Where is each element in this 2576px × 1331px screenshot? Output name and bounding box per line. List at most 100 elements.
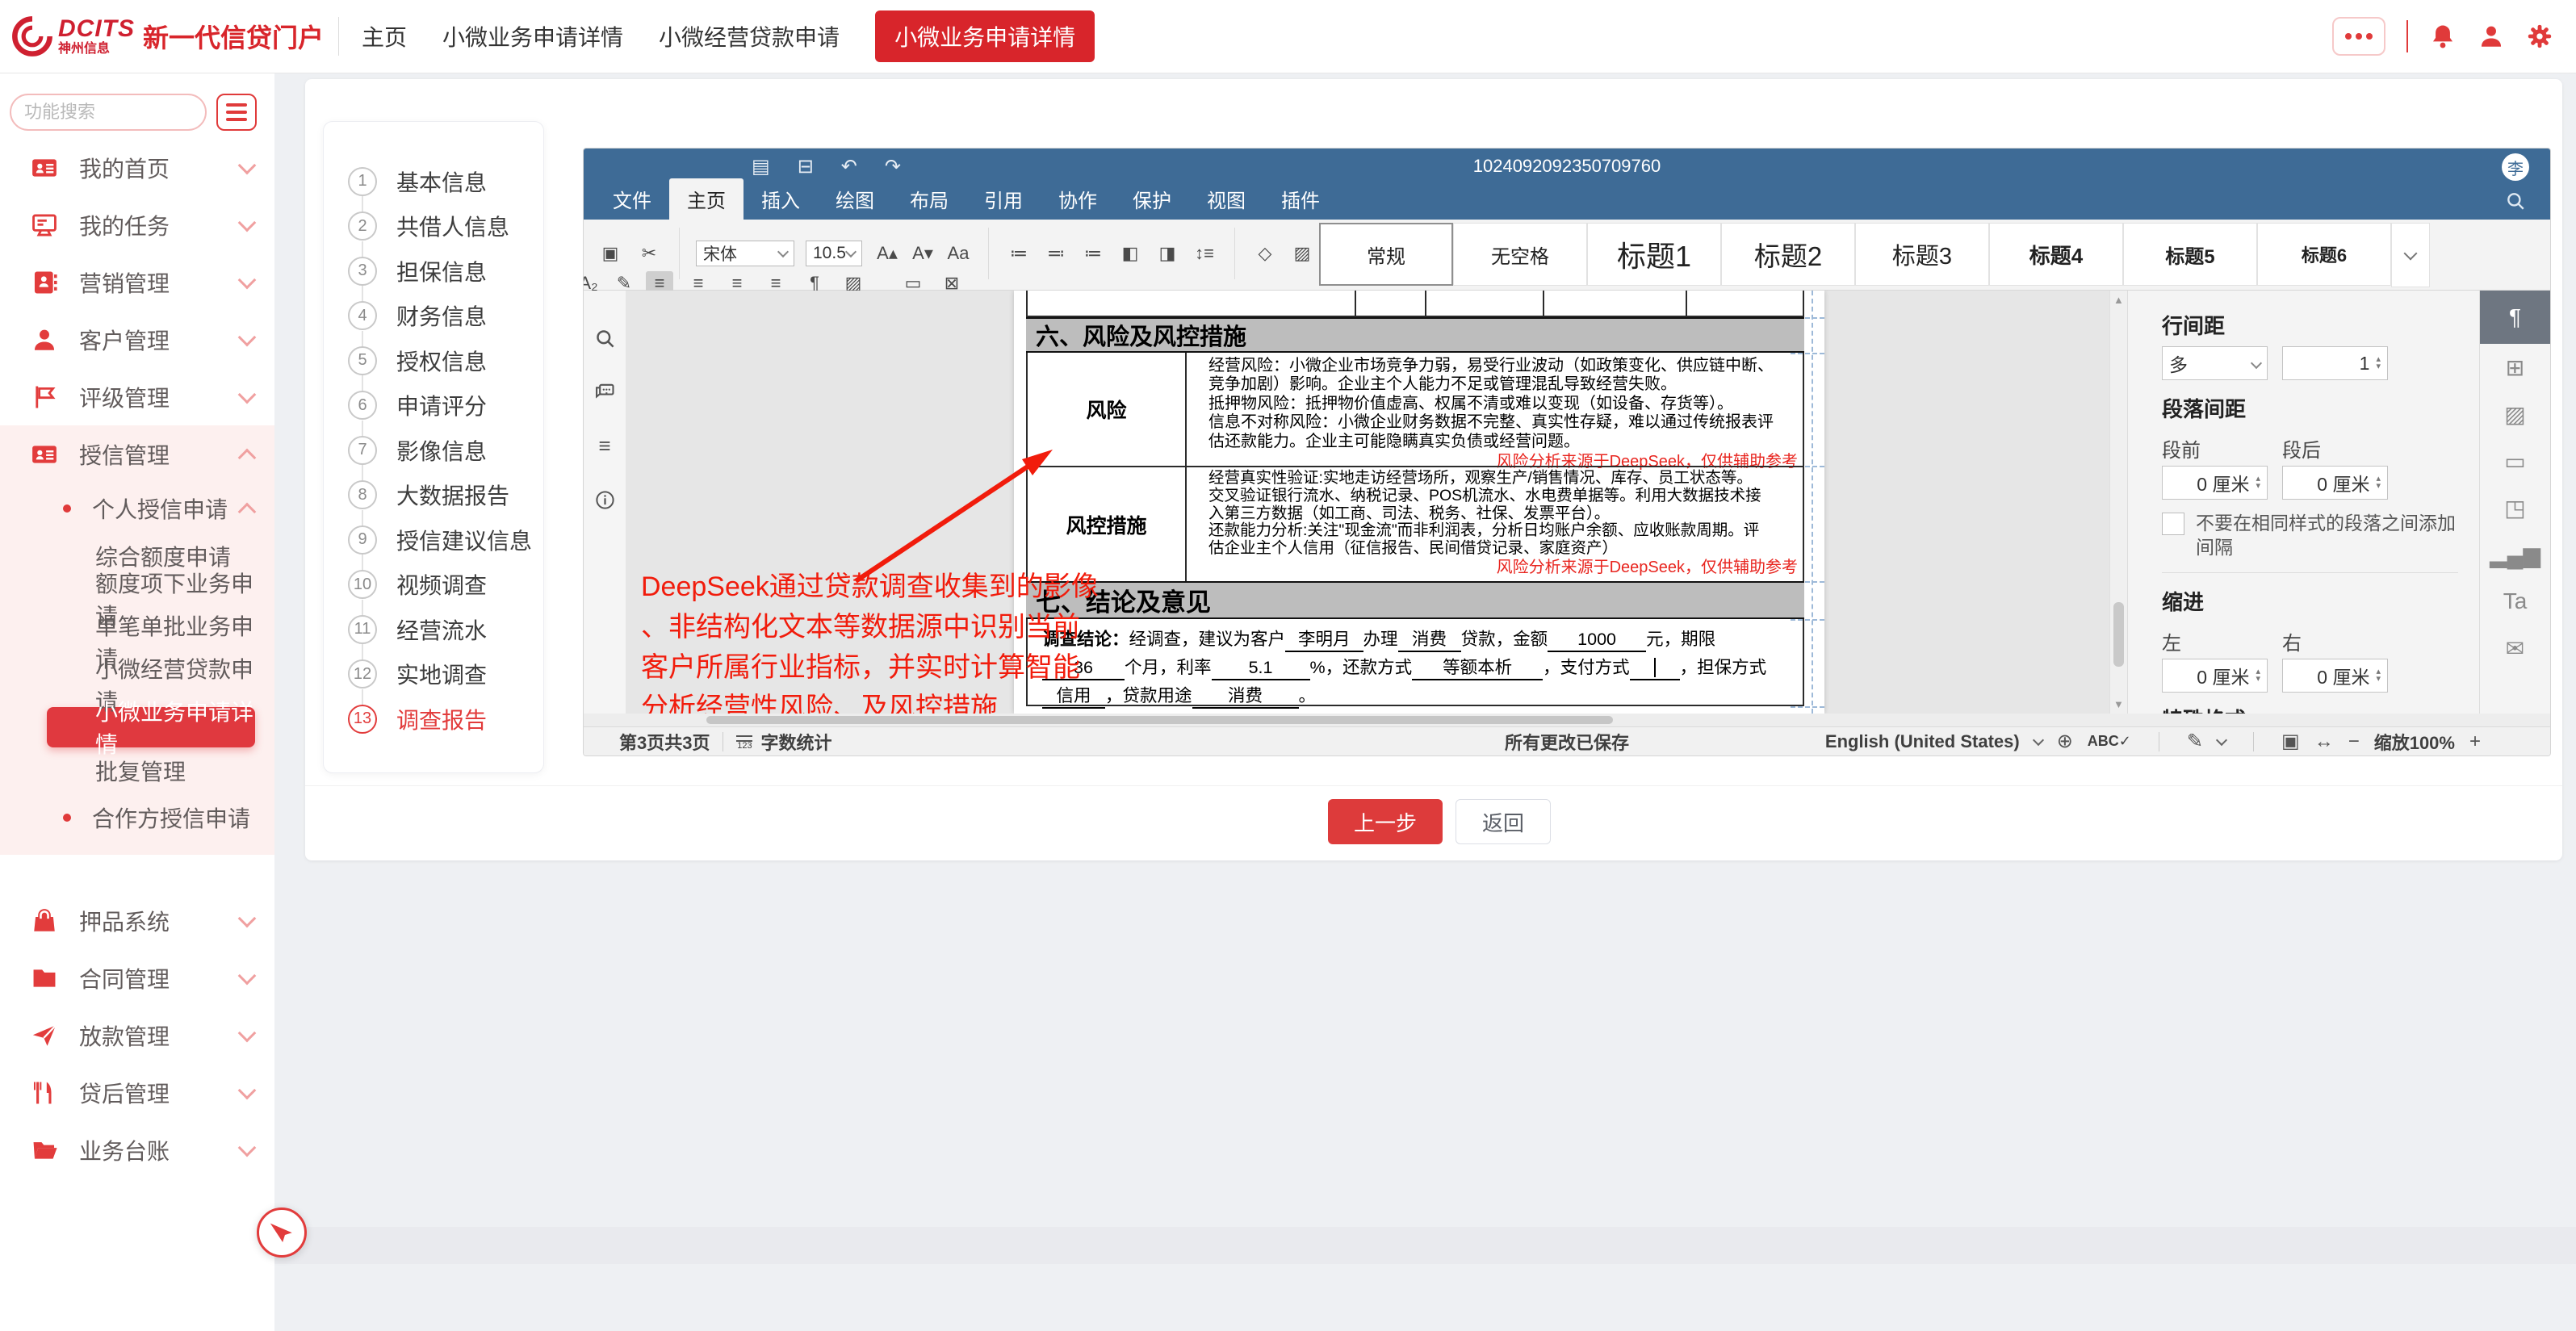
style-preset[interactable]: 标题6 [2257, 223, 2391, 286]
font-size-select[interactable]: 10.5 [806, 241, 862, 266]
editor-menu-tab[interactable]: 绘图 [818, 178, 892, 220]
step-item[interactable]: 8 大数据报告 [324, 473, 543, 518]
step-item[interactable]: 2 共借人信息 [324, 204, 543, 249]
previous-step-button[interactable]: 上一步 [1328, 799, 1443, 844]
nav-tab[interactable]: 小微业务申请详情 [875, 10, 1095, 62]
line-spacing-value-input[interactable]: 1▴▾ [2282, 346, 2388, 380]
bullet-list-icon[interactable]: ≔ [1005, 241, 1032, 266]
info-icon[interactable] [594, 489, 616, 511]
globe-icon[interactable]: ⊕ [2057, 730, 2073, 753]
sidebar-item[interactable]: 我的任务 [0, 196, 274, 253]
outdent-icon[interactable]: ◧ [1116, 241, 1144, 266]
nav-tab[interactable]: 主页 [362, 20, 407, 52]
sidebar-item[interactable]: 放款管理 [0, 1007, 274, 1064]
chart-panel-icon[interactable]: ▂▄▆ [2480, 531, 2551, 578]
editor-menu-tab[interactable]: 保护 [1115, 178, 1189, 220]
indent-right-input[interactable]: 0 厘米▴▾ [2282, 659, 2388, 693]
nav-tab[interactable]: 小微经营贷款申请 [659, 20, 840, 52]
editor-menu-tab[interactable]: 视图 [1189, 178, 1263, 220]
step-item[interactable]: 4 财务信息 [324, 294, 543, 339]
sidebar-leaf-item[interactable]: 小微业务申请详情 [47, 707, 255, 747]
same-style-checkbox[interactable] [2162, 513, 2184, 535]
sidebar-item-credit-mgmt[interactable]: 授信管理 [0, 425, 274, 483]
more-menu-button[interactable] [2332, 17, 2385, 56]
space-after-input[interactable]: 0 厘米▴▾ [2282, 466, 2388, 500]
step-item[interactable]: 9 授信建议信息 [324, 517, 543, 563]
sidebar-item[interactable]: 我的首页 [0, 139, 274, 196]
step-item[interactable]: 10 视频调查 [324, 563, 543, 608]
editor-search-icon[interactable] [2505, 190, 2526, 211]
horizontal-scrollbar[interactable] [584, 714, 2550, 726]
style-preset[interactable]: 标题5 [2123, 223, 2257, 286]
zoom-level[interactable]: 缩放100% [2374, 729, 2455, 755]
indent-left-input[interactable]: 0 厘米▴▾ [2162, 659, 2268, 693]
bell-icon[interactable] [2429, 23, 2457, 50]
sidebar-item[interactable]: 评级管理 [0, 368, 274, 425]
shapes-panel-icon[interactable]: ◳ [2480, 484, 2551, 531]
editor-menu-tab[interactable]: 协作 [1041, 178, 1115, 220]
style-preset[interactable]: 标题3 [1855, 223, 1989, 286]
step-item[interactable]: 13 调查报告 [324, 697, 543, 742]
outline-icon[interactable]: ≡ [598, 433, 610, 458]
step-item[interactable]: 12 实地调查 [324, 652, 543, 697]
step-item[interactable]: 7 影像信息 [324, 428, 543, 473]
editor-menu-tab[interactable]: 插件 [1263, 178, 1338, 220]
style-preset[interactable]: 标题4 [1989, 223, 2123, 286]
edit-mode-icon[interactable]: ✎ [2187, 730, 2203, 753]
language-selector[interactable]: English (United States) [1825, 731, 2020, 752]
image-panel-icon[interactable]: ▨ [2480, 391, 2551, 437]
editor-menu-tab[interactable]: 主页 [669, 178, 743, 220]
editor-menu-tab[interactable]: 文件 [595, 178, 669, 220]
paragraph-panel-icon[interactable]: ¶ [2480, 291, 2551, 344]
sidebar-item[interactable]: 贷后管理 [0, 1064, 274, 1121]
fit-page-icon[interactable]: ▣ [2281, 730, 2300, 753]
step-item[interactable]: 6 申请评分 [324, 383, 543, 429]
conclusion-row[interactable]: 调查结论：经调查，建议为客户李明月办理消费贷款，金额1000元，期限36个月，利… [1026, 619, 1804, 706]
step-item[interactable]: 1 基本信息 [324, 159, 543, 204]
step-item[interactable]: 11 经营流水 [324, 607, 543, 652]
shading-icon[interactable]: ▨ [1288, 241, 1316, 266]
sidebar-item-partner-credit[interactable]: 合作方授信申请 [0, 792, 274, 843]
style-preset[interactable]: 常规 [1319, 223, 1453, 286]
font-name-select[interactable]: 宋体 [696, 241, 794, 266]
comments-icon[interactable] [593, 380, 616, 403]
style-preset[interactable]: 标题2 [1721, 223, 1855, 286]
sidebar-item[interactable]: 押品系统 [0, 892, 274, 949]
editor-menu-tab[interactable]: 引用 [966, 178, 1041, 220]
scroll-up-icon[interactable]: ▲ [2113, 294, 2124, 306]
grow-font-icon[interactable]: A▴ [873, 241, 901, 266]
step-item[interactable]: 3 担保信息 [324, 249, 543, 294]
editor-menu-tab[interactable]: 插入 [743, 178, 818, 220]
style-gallery-more[interactable] [2391, 223, 2430, 287]
style-preset[interactable]: 无空格 [1453, 223, 1587, 286]
document-page[interactable]: 六、风险及风控措施 风险 经营风险：小微企业市场竞争力弱，易受行业波动（如政策变… [1014, 291, 1824, 714]
sidebar-item-personal-credit[interactable]: 个人授信申请 [0, 483, 274, 534]
editor-menu-tab[interactable]: 布局 [892, 178, 966, 220]
textart-panel-icon[interactable]: Ta [2480, 578, 2551, 625]
envelope-panel-icon[interactable]: ✉ [2480, 625, 2551, 672]
line-spacing-icon[interactable]: ↕≡ [1191, 241, 1218, 266]
sidebar-item[interactable]: 合同管理 [0, 949, 274, 1007]
nav-tab[interactable]: 小微业务申请详情 [442, 20, 623, 52]
sidebar-item[interactable]: 业务台账 [0, 1121, 274, 1178]
collapse-menu-button[interactable] [216, 94, 257, 131]
space-before-input[interactable]: 0 厘米▴▾ [2162, 466, 2268, 500]
gear-icon[interactable] [2526, 23, 2553, 50]
sidebar-item[interactable]: 客户管理 [0, 311, 274, 368]
table-panel-icon[interactable]: ⊞ [2480, 344, 2551, 391]
fit-width-icon[interactable]: ↔ [2314, 730, 2334, 753]
zoom-out-icon[interactable]: − [2348, 730, 2360, 753]
editor-avatar[interactable]: 李 [2502, 153, 2529, 181]
indent-icon[interactable]: ◨ [1154, 241, 1181, 266]
zoom-in-icon[interactable]: + [2469, 730, 2481, 753]
scrollbar-thumb[interactable] [2113, 602, 2124, 667]
multilevel-list-icon[interactable]: ≔ [1079, 241, 1107, 266]
step-item[interactable]: 5 授权信息 [324, 338, 543, 383]
shrink-font-icon[interactable]: A▾ [909, 241, 936, 266]
page-panel-icon[interactable]: ▭ [2480, 437, 2551, 484]
scrollbar-thumb[interactable] [706, 716, 1613, 724]
clear-format-icon[interactable]: ◇ [1251, 241, 1279, 266]
change-case-icon[interactable]: Aa [945, 241, 972, 266]
sidebar-item[interactable]: 营销管理 [0, 253, 274, 311]
back-button[interactable]: 返回 [1456, 799, 1551, 844]
